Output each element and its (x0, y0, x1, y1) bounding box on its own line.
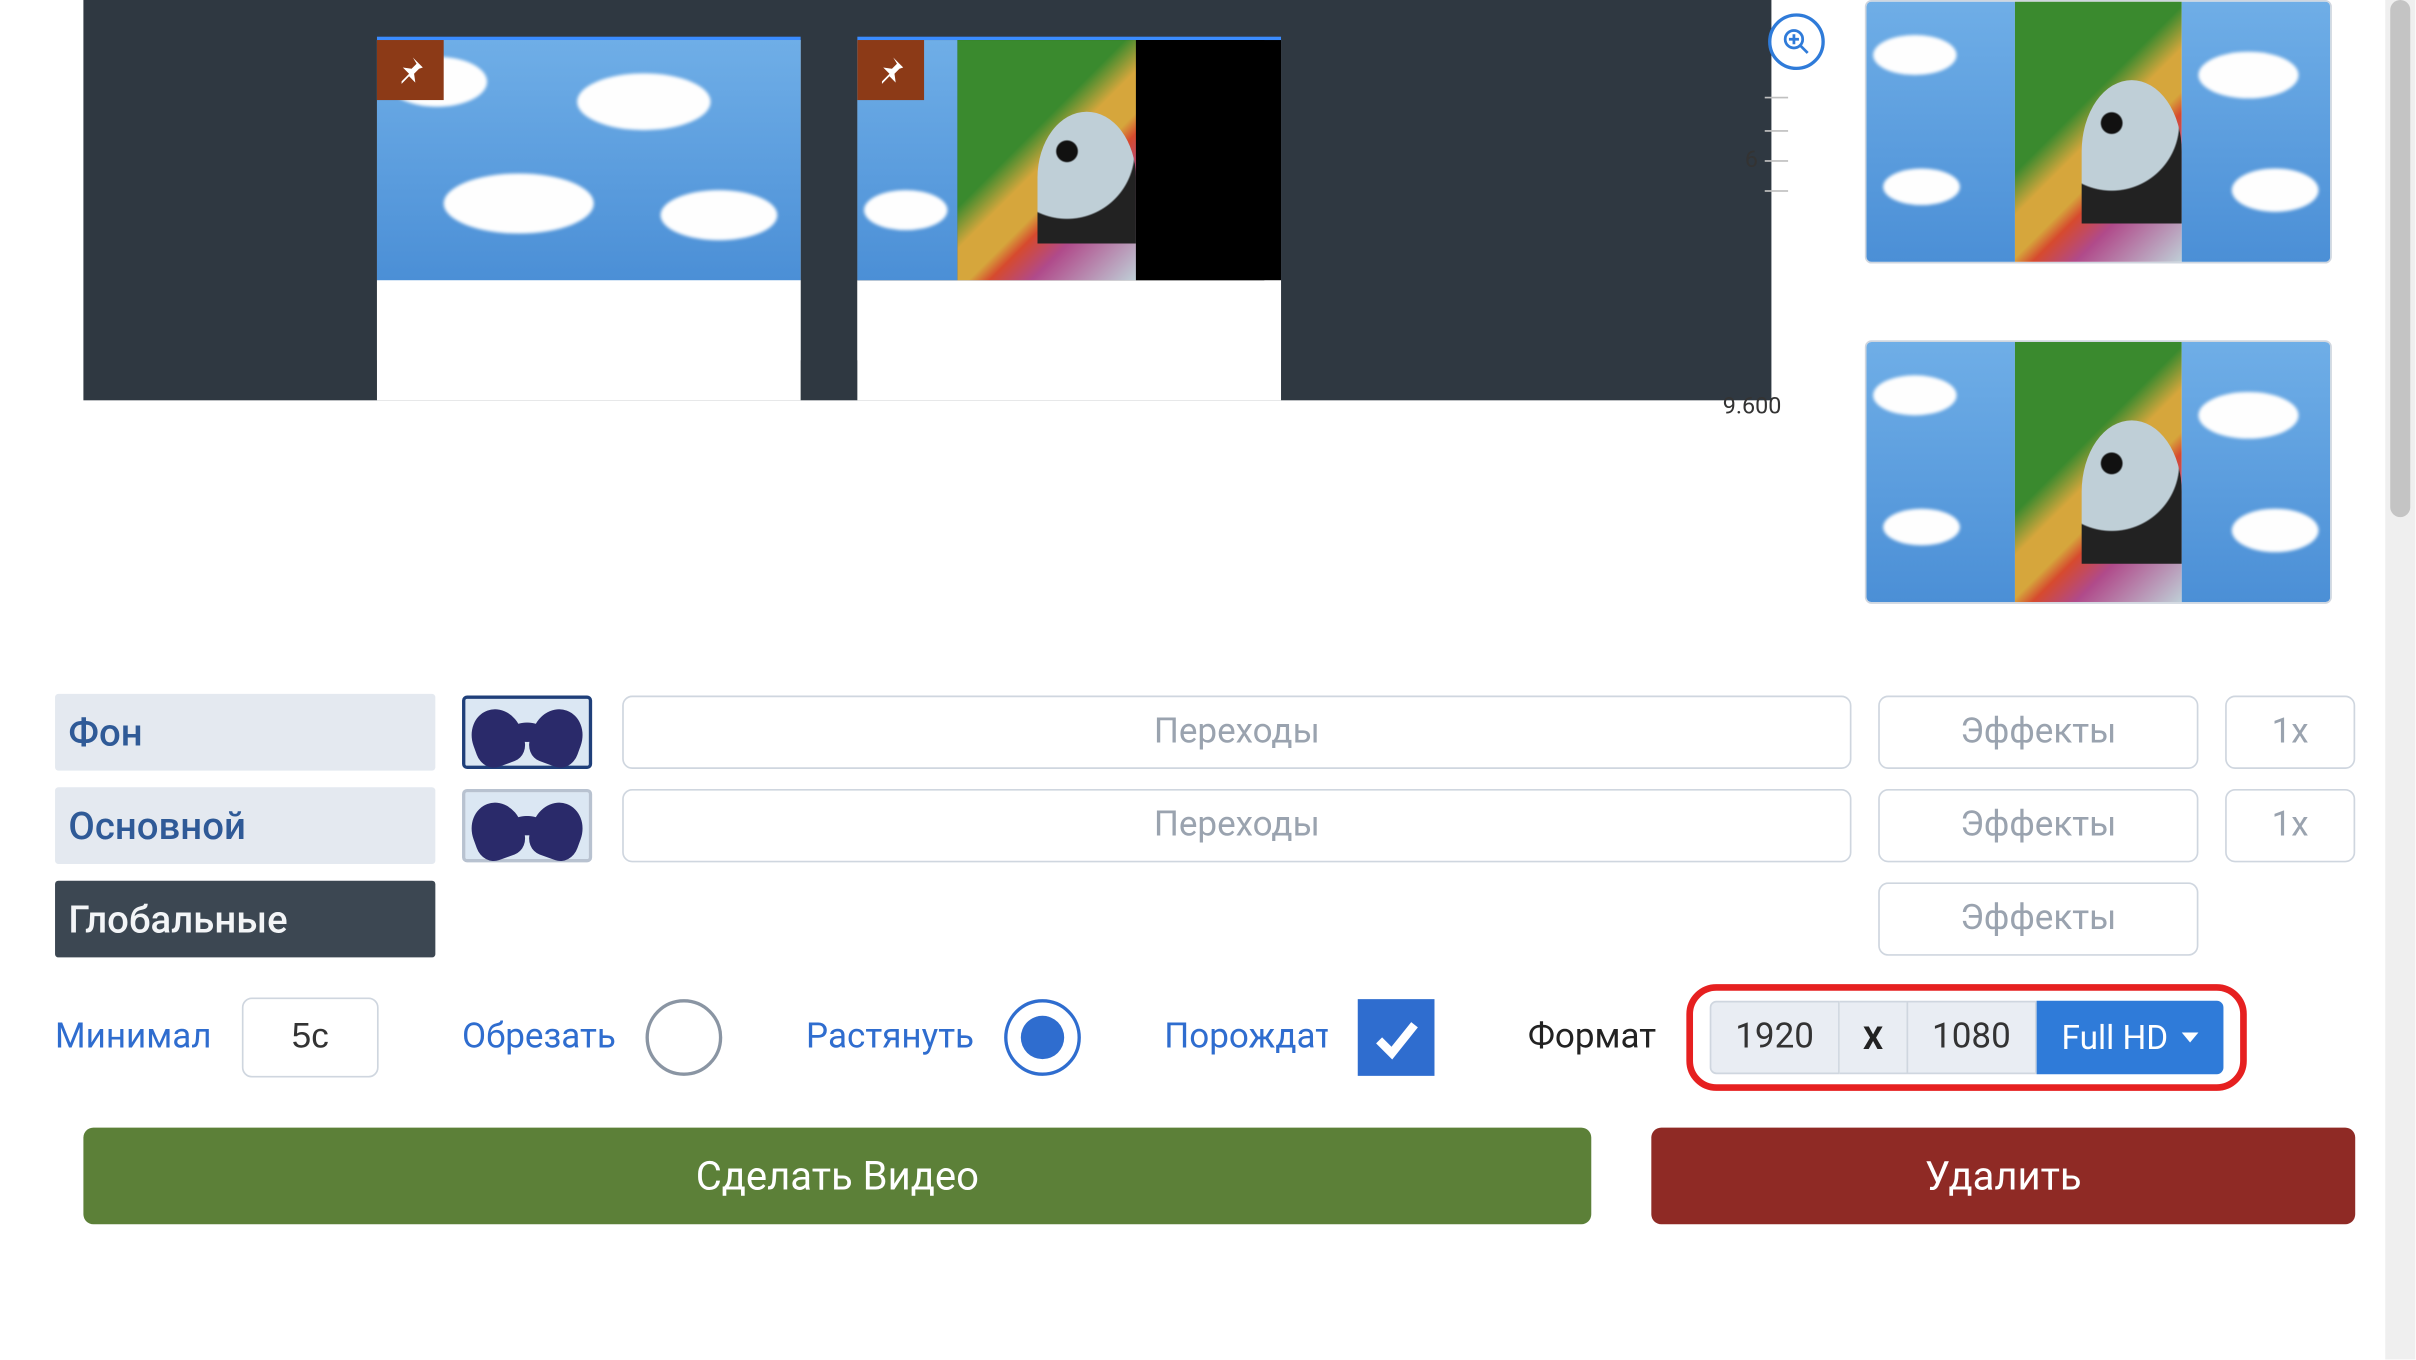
tick-label: 9.600 (1723, 394, 1782, 421)
layers: Фон Переходы Эффекты 1x Основной Переход… (55, 694, 2355, 974)
layer-label-bg[interactable]: Фон (55, 694, 435, 771)
format-x: X (1840, 1001, 1907, 1074)
transitions-button[interactable]: Переходы (622, 789, 1851, 862)
format-height-input[interactable]: 1080 (1906, 1001, 2036, 1074)
min-duration-input[interactable] (242, 997, 379, 1077)
spawn-label: Порождать (1164, 1017, 1327, 1057)
format-preset-dropdown[interactable]: Full HD (2036, 1001, 2223, 1074)
format-group-highlight: 1920 X 1080 Full HD (1686, 984, 2246, 1091)
slide-card-2[interactable] (857, 40, 1281, 400)
timeline (83, 0, 1771, 400)
chevron-down-icon (2182, 1032, 2199, 1042)
layer-swatch-main[interactable] (462, 789, 592, 862)
zoom-in-icon[interactable] (1768, 13, 1825, 70)
action-row: Сделать Видео Удалить (83, 1128, 2355, 1225)
spawn-checkbox[interactable] (1358, 999, 1435, 1076)
effects-button[interactable]: Эффекты (1878, 882, 2198, 955)
pin-icon[interactable] (857, 40, 924, 100)
options-row: Минималь Обрезать Растянуть Порождать Фо… (55, 984, 2375, 1091)
effects-button[interactable]: Эффекты (1878, 789, 2198, 862)
delete-button[interactable]: Удалить (1651, 1128, 2355, 1225)
effects-button[interactable]: Эффекты (1878, 696, 2198, 769)
speed-button[interactable]: 1x (2225, 789, 2355, 862)
crop-radio[interactable] (646, 999, 723, 1076)
scrollbar-thumb[interactable] (2390, 0, 2410, 517)
speed-button[interactable]: 1x (2225, 696, 2355, 769)
stretch-radio[interactable] (1004, 999, 1081, 1076)
tick-label: 6 (1745, 147, 1758, 174)
make-video-button[interactable]: Сделать Видео (83, 1128, 1591, 1225)
layer-row-global: Глобальные Эффекты (55, 881, 2355, 958)
format-preset-label: Full HD (2061, 1017, 2168, 1057)
layer-row-main: Основной Переходы Эффекты 1x (55, 787, 2355, 864)
slide-card-1[interactable] (377, 40, 801, 400)
preview-column: 6 9.600 (1791, 0, 2355, 681)
scrollbar[interactable] (2385, 0, 2415, 1359)
pin-icon[interactable] (377, 40, 444, 100)
layer-row-bg: Фон Переходы Эффекты 1x (55, 694, 2355, 771)
preview-thumb-1[interactable] (1865, 0, 2332, 264)
layer-label-global[interactable]: Глобальные (55, 881, 435, 958)
stretch-label: Растянуть (806, 1017, 974, 1057)
format-label: Формат (1528, 1017, 1656, 1057)
crop-label: Обрезать (462, 1017, 616, 1057)
layer-label-main[interactable]: Основной (55, 787, 435, 864)
min-label: Минималь (55, 1017, 212, 1057)
layer-swatch-bg[interactable] (462, 696, 592, 769)
preview-thumb-2[interactable] (1865, 340, 2332, 604)
format-width-input[interactable]: 1920 (1710, 1001, 1840, 1074)
transitions-button[interactable]: Переходы (622, 696, 1851, 769)
